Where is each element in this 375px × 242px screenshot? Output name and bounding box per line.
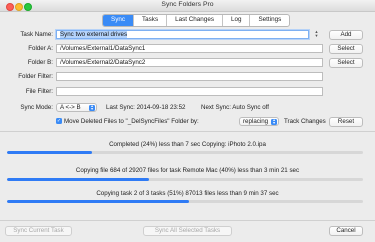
folder-a-label: Folder A: bbox=[28, 45, 53, 52]
progress-bar-current bbox=[7, 151, 363, 154]
title-bar: Sync Folders Pro bbox=[0, 0, 375, 12]
progress-fill-current bbox=[7, 151, 93, 154]
tab-log[interactable]: Log bbox=[221, 15, 250, 26]
next-sync-text: Next Sync: Auto Sync off bbox=[201, 104, 269, 111]
task-stepper[interactable]: ▲ ▼ bbox=[314, 30, 319, 39]
app-window: Sync Folders Pro Sync Tasks Last Changes… bbox=[0, 0, 375, 242]
popup-arrows-icon: ▲ ▼ bbox=[89, 103, 95, 111]
popup-arrows-icon: ▲ ▼ bbox=[271, 117, 277, 125]
task-name-value: Sync two external drives bbox=[60, 31, 128, 38]
stepper-down-icon[interactable]: ▼ bbox=[314, 34, 319, 38]
folder-filter-field[interactable] bbox=[56, 72, 323, 81]
tab-last-changes[interactable]: Last Changes bbox=[166, 15, 222, 26]
footer-divider bbox=[0, 220, 375, 221]
last-sync-text: Last Sync: 2014-09-18 23:52 bbox=[106, 104, 186, 111]
task-name-field[interactable]: Sync two external drives bbox=[56, 30, 309, 39]
sync-all-selected-tasks-button[interactable]: Sync All Selected Tasks bbox=[143, 226, 232, 236]
replace-mode-popup[interactable]: replacing ▲ ▼ bbox=[239, 117, 279, 126]
progress-fill-task bbox=[7, 178, 150, 181]
tab-sync[interactable]: Sync bbox=[103, 15, 133, 26]
sync-mode-popup[interactable]: A <-> B ▲ ▼ bbox=[56, 103, 97, 112]
file-filter-field[interactable] bbox=[56, 87, 323, 96]
folder-b-label: Folder B: bbox=[27, 59, 53, 66]
folder-a-select-button[interactable]: Select bbox=[329, 44, 363, 54]
move-deleted-label: Move Deleted Files to "_DelSyncFiles" Fo… bbox=[64, 118, 199, 125]
cancel-button[interactable]: Cancel bbox=[329, 226, 363, 236]
tab-tasks[interactable]: Tasks bbox=[133, 15, 166, 26]
folder-filter-label: Folder Filter: bbox=[18, 73, 53, 80]
sync-mode-value: A <-> B bbox=[60, 104, 81, 111]
track-changes-label: Track Changes bbox=[284, 118, 326, 125]
folder-b-field[interactable]: /Volumes/External2/DataSync2 bbox=[56, 58, 323, 67]
progress-fill-overall bbox=[7, 200, 189, 203]
sync-mode-label: Sync Mode: bbox=[20, 104, 53, 111]
reset-button[interactable]: Reset bbox=[329, 117, 363, 127]
tab-bar: Sync Tasks Last Changes Log Settings bbox=[102, 14, 291, 27]
folder-a-field[interactable]: /Volumes/External1/DataSync1 bbox=[56, 44, 323, 53]
progress-bar-overall bbox=[7, 200, 363, 203]
progress-text-overall: Copying task 2 of 3 tasks (51%) 87013 fi… bbox=[96, 190, 279, 197]
file-filter-label: File Filter: bbox=[25, 88, 53, 95]
sync-current-task-button[interactable]: Sync Current Task bbox=[5, 226, 72, 236]
progress-bar-task bbox=[7, 178, 363, 181]
window-title: Sync Folders Pro bbox=[161, 1, 214, 8]
task-name-label: Task Name: bbox=[20, 31, 53, 38]
move-deleted-checkbox[interactable]: ✓ bbox=[56, 118, 62, 124]
tab-settings[interactable]: Settings bbox=[249, 15, 289, 26]
replace-mode-value: replacing bbox=[243, 118, 269, 125]
section-divider bbox=[0, 131, 375, 132]
progress-text-current: Completed (24%) less than 7 sec Copying:… bbox=[109, 141, 266, 148]
progress-text-task: Copying file 684 of 29207 files for task… bbox=[75, 167, 300, 174]
folder-b-select-button[interactable]: Select bbox=[329, 58, 363, 68]
add-button[interactable]: Add bbox=[329, 30, 363, 40]
